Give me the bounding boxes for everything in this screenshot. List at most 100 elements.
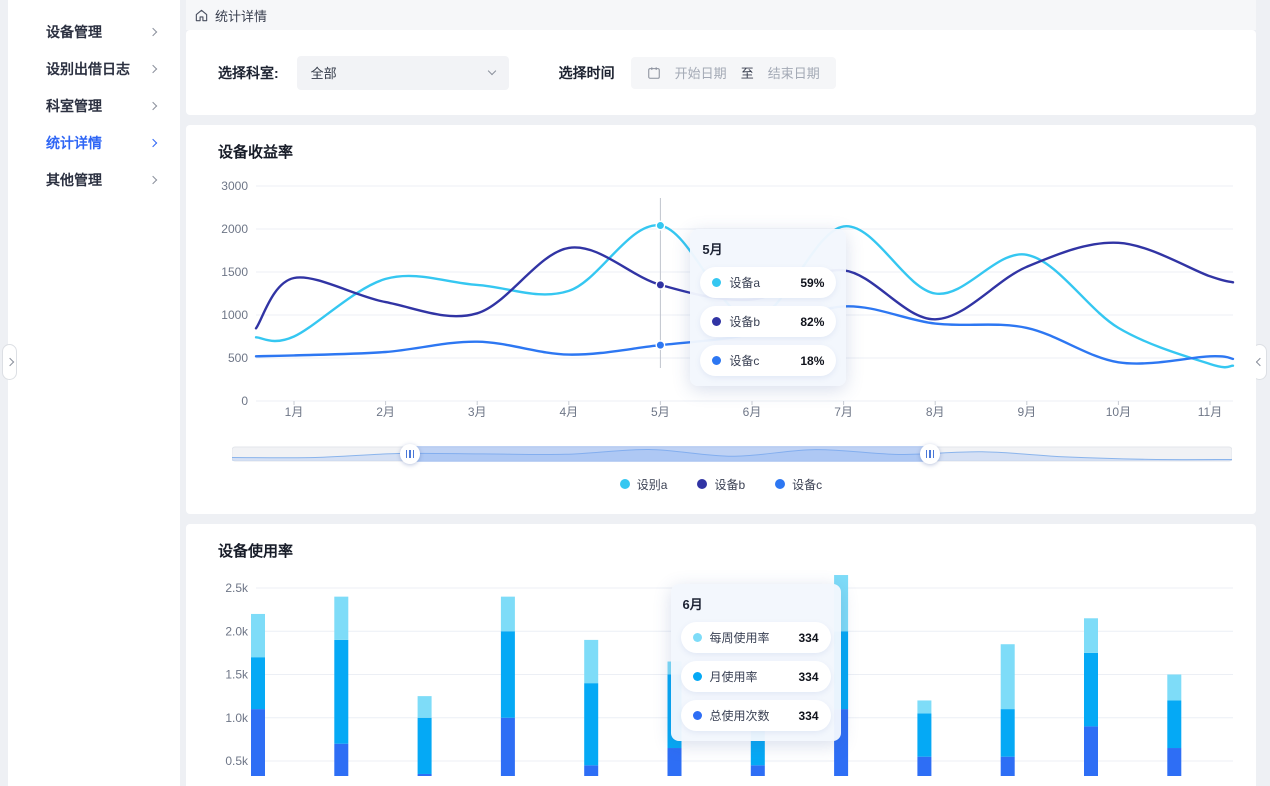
- bar-segment-总使用次数[interactable]: [1167, 748, 1181, 776]
- revenue-chart-legend: 设别a 设备b 设备c: [218, 474, 1224, 494]
- bar-segment-月使用率[interactable]: [251, 657, 265, 709]
- chevron-left-icon: [1255, 358, 1263, 366]
- bar-segment-月使用率[interactable]: [1001, 709, 1015, 757]
- bar-segment-月使用率[interactable]: [334, 640, 348, 744]
- usage-chart-card: 设备使用率 2.5k2.0k1.5k1.0k0.5k6月每周使用率334月使用率…: [186, 524, 1256, 786]
- bar-segment-每周使用率[interactable]: [1167, 675, 1181, 701]
- chevron-right-icon: [149, 27, 157, 35]
- chevron-right-icon: [149, 175, 157, 183]
- hover-dot: [656, 281, 664, 289]
- legend-label: 设备b: [714, 476, 745, 493]
- sidebar-menu: 设备管理设别出借日志科室管理统计详情其他管理: [8, 0, 180, 198]
- line-chart-svg: 300020001500100050001月2月3月4月5月6月7月8月9月10…: [218, 176, 1238, 424]
- bar-segment-每周使用率[interactable]: [1001, 644, 1015, 709]
- date-range-picker[interactable]: 开始日期 至 结束日期: [631, 57, 836, 89]
- brush-handle-left[interactable]: [400, 444, 420, 464]
- legend-dot-icon: [620, 479, 630, 489]
- legend-dot-icon: [697, 479, 707, 489]
- bar-segment-月使用率[interactable]: [834, 631, 848, 709]
- bar-segment-每周使用率[interactable]: [668, 662, 682, 675]
- bar-segment-每周使用率[interactable]: [584, 640, 598, 683]
- bar-segment-每周使用率[interactable]: [1084, 618, 1098, 653]
- chevron-down-icon: [487, 67, 495, 75]
- time-filter-label: 选择时间: [559, 63, 615, 83]
- bar-segment-总使用次数[interactable]: [584, 765, 598, 776]
- bar-segment-每周使用率[interactable]: [418, 696, 432, 718]
- breadcrumb-label: 统计详情: [215, 6, 267, 25]
- y-axis-label: 1500: [221, 265, 248, 279]
- x-axis-label: 5月: [651, 405, 670, 419]
- revenue-chart[interactable]: 300020001500100050001月2月3月4月5月6月7月8月9月10…: [218, 176, 1224, 429]
- x-axis-label: 1月: [285, 405, 304, 419]
- department-select-value: 全部: [311, 63, 489, 82]
- bar-segment-总使用次数[interactable]: [418, 774, 432, 776]
- x-axis-label: 8月: [926, 405, 945, 419]
- sidebar-item-label: 统计详情: [46, 133, 150, 153]
- x-axis-label: 9月: [1017, 405, 1036, 419]
- legend-item-设备c[interactable]: 设备c: [775, 476, 822, 493]
- app: 设备管理设别出借日志科室管理统计详情其他管理 统计详情 选择科室: 全部 选择时…: [0, 0, 1270, 786]
- department-filter-label: 选择科室:: [218, 63, 279, 83]
- filter-card: 选择科室: 全部 选择时间 开始日期 至 结束日期: [186, 30, 1256, 115]
- brush-handle-right[interactable]: [920, 444, 940, 464]
- sidebar-expand-button[interactable]: [2, 344, 17, 380]
- bar-segment-月使用率[interactable]: [418, 718, 432, 774]
- x-axis-label: 4月: [559, 405, 578, 419]
- data-zoom-slider[interactable]: [232, 443, 1210, 465]
- y-axis-label: 2.0k: [225, 624, 249, 638]
- legend-item-设备b[interactable]: 设备b: [697, 476, 745, 493]
- bar-segment-月使用率[interactable]: [501, 631, 515, 718]
- chevron-right-icon: [149, 138, 157, 146]
- bar-segment-总使用次数[interactable]: [668, 748, 682, 776]
- bar-segment-每周使用率[interactable]: [251, 614, 265, 657]
- bar-segment-总使用次数[interactable]: [334, 744, 348, 776]
- date-separator: 至: [741, 63, 754, 82]
- department-select[interactable]: 全部: [297, 56, 509, 90]
- main-content: 统计详情 选择科室: 全部 选择时间 开始日期 至 结束日期 设备收益率: [186, 0, 1256, 786]
- bar-segment-总使用次数[interactable]: [501, 718, 515, 776]
- bar-segment-月使用率[interactable]: [1167, 700, 1181, 748]
- bar-segment-每周使用率[interactable]: [834, 575, 848, 631]
- y-axis-label: 0: [241, 394, 248, 408]
- usage-chart[interactable]: 2.5k2.0k1.5k1.0k0.5k6月每周使用率334月使用率334总使用…: [218, 575, 1224, 781]
- bar-segment-每周使用率[interactable]: [917, 700, 931, 713]
- legend-item-设别a[interactable]: 设别a: [620, 476, 668, 493]
- sidebar-item-label: 设别出借日志: [46, 59, 150, 79]
- bar-segment-总使用次数[interactable]: [751, 765, 765, 776]
- chevron-right-icon: [149, 64, 157, 72]
- data-zoom-track[interactable]: [232, 443, 1232, 465]
- sidebar-item-label: 其他管理: [46, 170, 150, 190]
- bar-segment-每周使用率[interactable]: [501, 597, 515, 632]
- bar-segment-每周使用率[interactable]: [334, 597, 348, 640]
- hover-dot: [656, 221, 664, 229]
- bar-segment-每周使用率[interactable]: [751, 705, 765, 714]
- brush-selected-range[interactable]: [410, 446, 930, 462]
- bar-segment-月使用率[interactable]: [1084, 653, 1098, 727]
- sidebar-item-3[interactable]: 统计详情: [8, 124, 180, 161]
- sidebar-item-4[interactable]: 其他管理: [8, 161, 180, 198]
- x-axis-label: 2月: [376, 405, 395, 419]
- sidebar-item-0[interactable]: 设备管理: [8, 13, 180, 50]
- legend-label: 设别a: [637, 476, 668, 493]
- y-axis-label: 2000: [221, 222, 248, 236]
- x-axis-label: 6月: [743, 405, 762, 419]
- bar-segment-月使用率[interactable]: [584, 683, 598, 765]
- y-axis-label: 500: [228, 351, 248, 365]
- bar-segment-总使用次数[interactable]: [1001, 757, 1015, 776]
- legend-label: 设备c: [792, 476, 822, 493]
- usage-chart-title: 设备使用率: [218, 540, 1224, 561]
- sidebar-item-1[interactable]: 设别出借日志: [8, 50, 180, 87]
- x-axis-label: 7月: [834, 405, 853, 419]
- y-axis-label: 1.5k: [225, 668, 249, 682]
- bar-segment-月使用率[interactable]: [668, 675, 682, 749]
- bar-segment-月使用率[interactable]: [917, 713, 931, 756]
- bar-segment-总使用次数[interactable]: [251, 709, 265, 776]
- bar-segment-总使用次数[interactable]: [1084, 726, 1098, 776]
- end-date-placeholder: 结束日期: [768, 63, 820, 82]
- sidebar-item-2[interactable]: 科室管理: [8, 87, 180, 124]
- bar-segment-月使用率[interactable]: [751, 713, 765, 765]
- y-axis-label: 1000: [221, 308, 248, 322]
- bar-segment-总使用次数[interactable]: [917, 757, 931, 776]
- y-axis-label: 2.5k: [225, 581, 249, 595]
- bar-segment-总使用次数[interactable]: [834, 709, 848, 776]
